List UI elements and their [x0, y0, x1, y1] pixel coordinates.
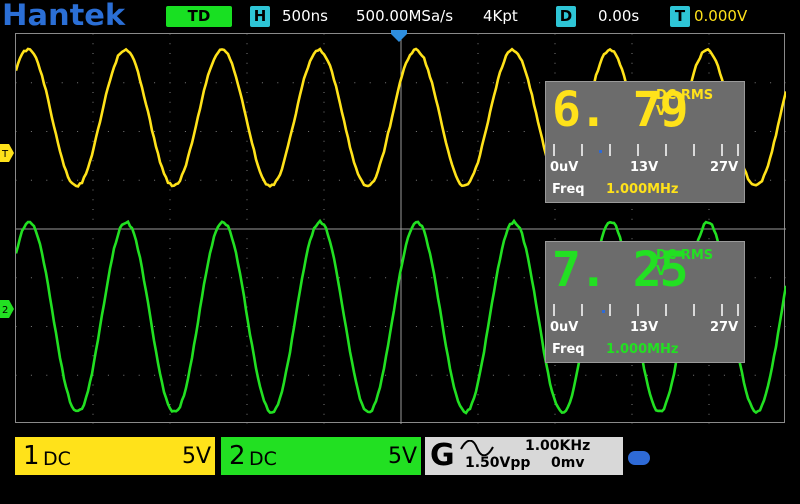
trigger-marker-label: T: [1, 149, 9, 160]
ch2-volts-div: 5V: [388, 443, 417, 471]
delay-label[interactable]: D: [556, 6, 576, 27]
ch2-marker-label: 2: [2, 305, 8, 316]
brand-logo: Hantek: [2, 0, 125, 32]
freq-label: Freq: [552, 342, 585, 357]
trigger-level-value: 0.000V: [694, 6, 747, 27]
scale-min: 0uV: [550, 160, 578, 175]
ch2-number: 2: [229, 440, 246, 472]
scope-screen[interactable]: 6. 79 DC RMS V 0uV 13V 27V Freq 1.000MHz…: [15, 33, 785, 423]
generator-frequency: 1.00KHz: [525, 438, 590, 454]
generator-label: G: [430, 438, 455, 474]
delay-value: 0.00s: [598, 6, 639, 27]
top-status-bar: Hantek TD H 500ns 500.00MSa/s 4Kpt D 0.0…: [0, 0, 800, 32]
mode-badge[interactable]: TD: [166, 6, 232, 27]
sample-rate-value: 500.00MSa/s: [356, 6, 453, 27]
scale-max: 27V: [710, 160, 738, 175]
ch1-volts-div: 5V: [182, 443, 211, 471]
ch1-settings[interactable]: 1 DC 5V: [15, 437, 215, 475]
measurement-bar-scale: [552, 142, 740, 158]
trigger-position-marker[interactable]: [391, 30, 407, 42]
scale-min: 0uV: [550, 320, 578, 335]
measurement-bar-scale: [552, 302, 740, 318]
ch1-coupling: DC: [43, 446, 71, 472]
measurement-type: DC RMS: [656, 248, 713, 263]
ch2-offset-marker[interactable]: 2: [0, 300, 14, 318]
freq-label: Freq: [552, 182, 585, 197]
generator-offset: 0mv: [551, 455, 584, 471]
trigger-level-marker[interactable]: T: [0, 144, 14, 162]
usb-icon: [628, 451, 650, 465]
measurement-panel-ch2[interactable]: 7. 25 DC RMS V 0uV 13V 27V Freq 1.000MHz: [545, 241, 745, 363]
generator-amplitude: 1.50Vpp: [465, 455, 530, 471]
timebase-value: 500ns: [282, 6, 328, 27]
measurement-type: DC RMS: [656, 88, 713, 103]
scale-mid: 13V: [630, 160, 658, 175]
ch2-coupling: DC: [249, 446, 277, 472]
freq-value: 1.000MHz: [606, 342, 679, 357]
ch1-number: 1: [23, 440, 40, 472]
memory-depth-value: 4Kpt: [483, 6, 518, 27]
trigger-label[interactable]: T: [670, 6, 690, 27]
freq-value: 1.000MHz: [606, 182, 679, 197]
sine-wave-icon: [459, 440, 495, 456]
horizontal-label[interactable]: H: [250, 6, 270, 27]
measurement-unit: V: [656, 264, 666, 279]
scale-max: 27V: [710, 320, 738, 335]
measurement-panel-ch1[interactable]: 6. 79 DC RMS V 0uV 13V 27V Freq 1.000MHz: [545, 81, 745, 203]
scale-mid: 13V: [630, 320, 658, 335]
ch2-settings[interactable]: 2 DC 5V: [221, 437, 421, 475]
generator-settings[interactable]: G 1.00KHz 1.50Vpp 0mv: [425, 437, 623, 475]
measurement-unit: V: [656, 104, 666, 119]
